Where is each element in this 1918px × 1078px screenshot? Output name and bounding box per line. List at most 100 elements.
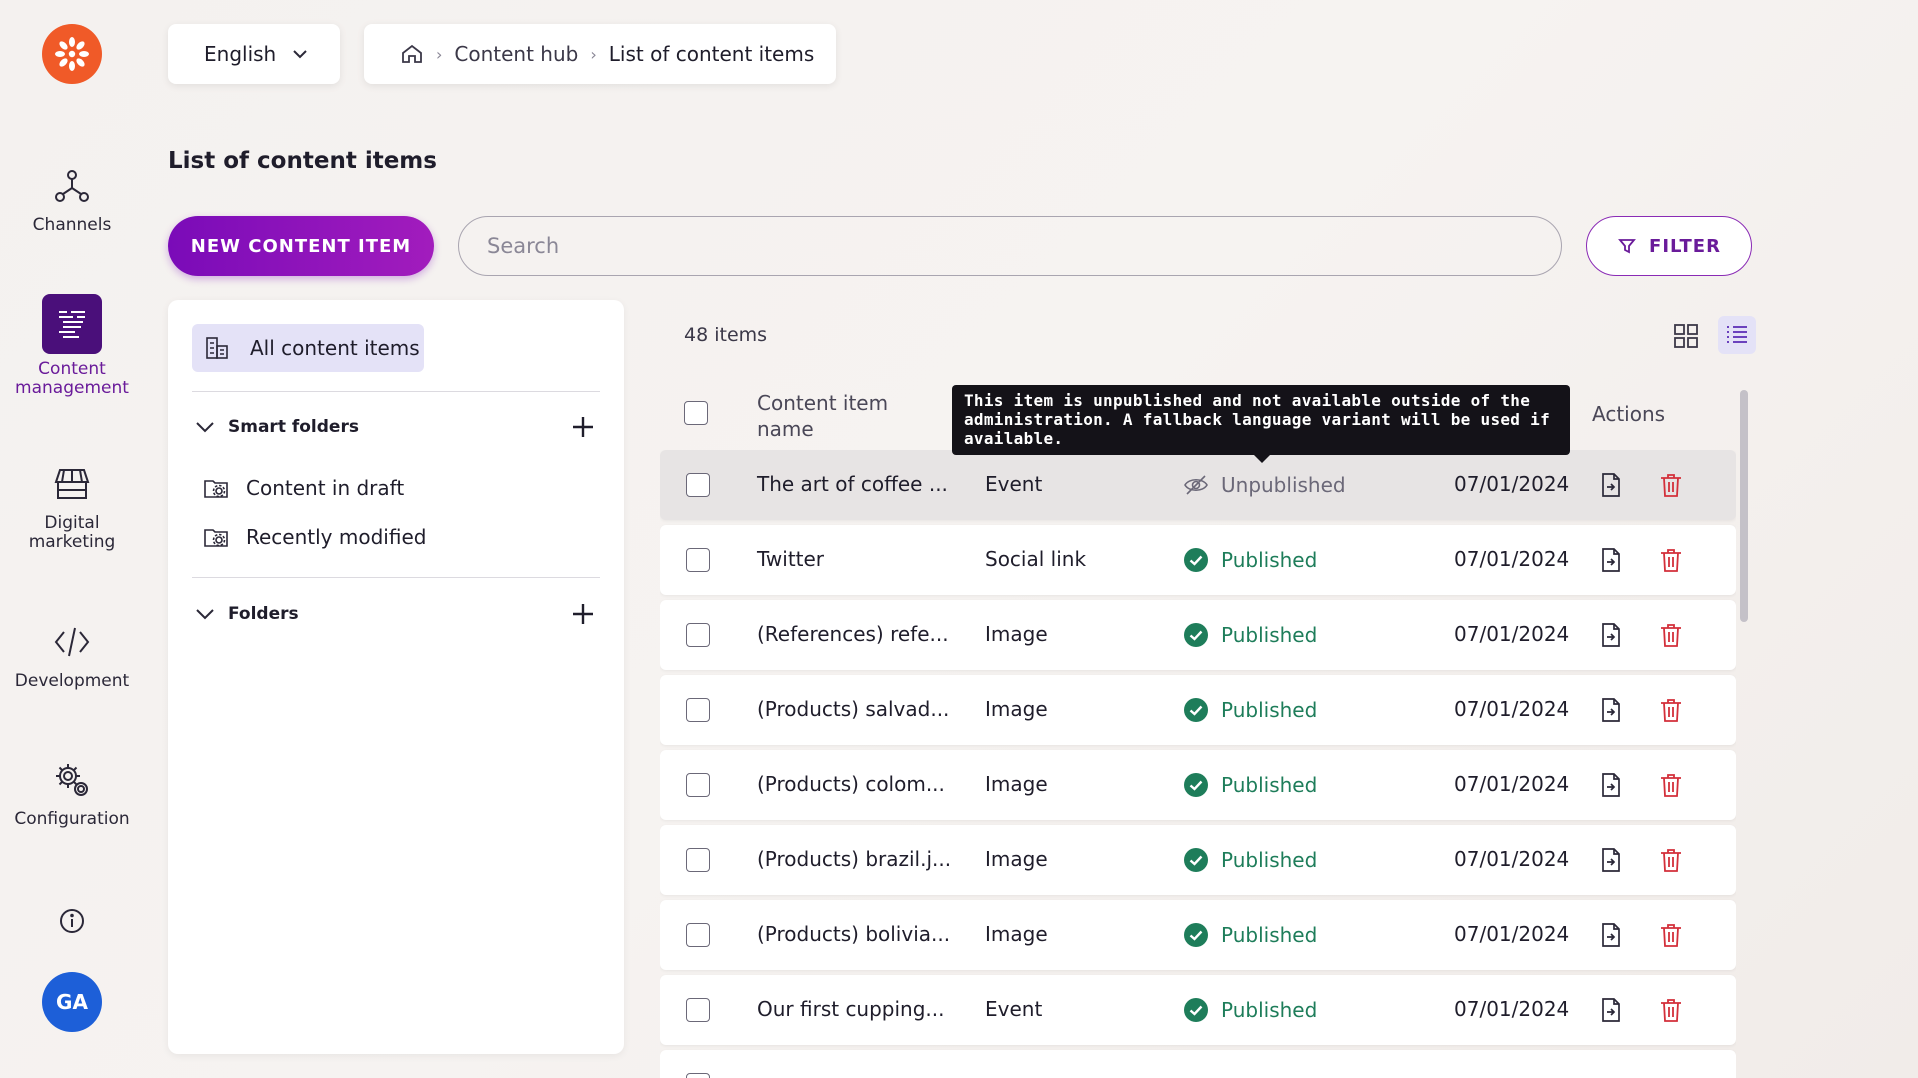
chevron-down-icon[interactable] [192,414,218,440]
row-checkbox[interactable] [686,698,710,722]
row-checkbox[interactable] [686,773,710,797]
delete-icon[interactable] [1657,846,1685,874]
new-content-item-button[interactable]: NEW CONTENT ITEM [168,216,434,276]
tooltip-text: This item is unpublished and not availab… [964,391,1551,448]
row-date: 07/01/2024 [1454,772,1570,796]
rail-item-channels[interactable]: Channels [0,164,144,235]
scrollbar-thumb[interactable] [1740,390,1748,622]
brand-logo-icon[interactable] [42,24,102,84]
info-icon[interactable] [57,906,87,936]
row-status: Published [1183,772,1317,798]
row-checkbox[interactable] [686,623,710,647]
row-date: 07/01/2024 [1454,622,1570,646]
table-row[interactable]: The art of coffee ... Event Unpublished … [660,450,1736,520]
row-status-label: Published [1221,698,1318,722]
row-type: Image [985,772,1048,796]
table-row[interactable]: (Products) colom... Image Published 07/0… [660,750,1736,820]
channels-icon [50,164,94,208]
folders-header: Folders [192,599,600,629]
filter-button-label: FILTER [1649,235,1721,257]
grid-view-icon[interactable] [1670,320,1702,352]
row-status-label: Published [1221,848,1318,872]
rail-item-development[interactable]: Development [0,620,144,691]
add-smart-folder-icon[interactable] [570,414,596,440]
table-row[interactable]: (Products) brazil.j... Image Published 0… [660,825,1736,895]
row-type: Image [985,847,1048,871]
row-checkbox[interactable] [686,1073,710,1078]
smart-folders-title: Smart folders [228,417,359,437]
digital-marketing-icon [50,462,94,506]
breadcrumb: › Content hub › List of content items [364,24,836,84]
row-name: (Products) salvad... [757,697,950,721]
add-folder-icon[interactable] [570,601,596,627]
table-row[interactable]: (Products) bolivia... Image Published 07… [660,900,1736,970]
row-type: Social link [985,547,1087,571]
row-checkbox[interactable] [686,923,710,947]
published-check-icon [1184,998,1208,1022]
row-checkbox[interactable] [686,848,710,872]
rail-item-content-management[interactable]: Content management [0,294,144,398]
breadcrumb-content-hub[interactable]: Content hub [454,42,578,66]
row-status: Published [1183,847,1317,873]
delete-icon[interactable] [1657,621,1685,649]
open-document-icon[interactable] [1597,996,1625,1024]
row-checkbox[interactable] [686,998,710,1022]
open-document-icon[interactable] [1597,471,1625,499]
filter-icon [1618,239,1636,254]
published-check-icon [1184,623,1208,647]
table-row[interactable] [660,1050,1736,1078]
delete-icon[interactable] [1657,471,1685,499]
language-selector[interactable]: English [168,24,340,84]
smart-folder-item[interactable]: Content in draft [202,474,404,502]
search-input[interactable] [458,216,1562,276]
row-name: (References) refe... [757,622,949,646]
list-view-icon[interactable] [1718,316,1756,354]
table-row[interactable]: (References) refe... Image Published 07/… [660,600,1736,670]
home-icon[interactable] [400,42,424,66]
row-date: 07/01/2024 [1454,547,1570,571]
published-check-icon [1184,698,1208,722]
published-check-icon [1184,548,1208,572]
open-document-icon[interactable] [1597,546,1625,574]
table-row[interactable]: (Products) salvad... Image Published 07/… [660,675,1736,745]
content-items-icon [206,337,228,359]
table-row[interactable]: Twitter Social link Published 07/01/2024 [660,525,1736,595]
select-all-checkbox[interactable] [684,401,708,425]
column-header-name[interactable]: Content item name [757,390,888,442]
filter-button[interactable]: FILTER [1586,216,1752,276]
smart-folder-item[interactable]: Recently modified [202,523,426,551]
chevron-down-icon[interactable] [192,601,218,627]
open-document-icon[interactable] [1597,921,1625,949]
row-status: Published [1183,997,1317,1023]
delete-icon[interactable] [1657,546,1685,574]
smart-folder-icon [204,529,228,547]
row-name: The art of coffee ... [757,472,948,496]
status-tooltip: This item is unpublished and not availab… [952,385,1570,463]
delete-icon[interactable] [1657,696,1685,724]
rail-item-configuration[interactable]: Configuration [0,758,144,829]
rail-item-label: Development [14,671,130,691]
page-title: List of content items [168,148,437,174]
delete-icon[interactable] [1657,921,1685,949]
row-checkbox[interactable] [686,473,710,497]
delete-icon[interactable] [1657,996,1685,1024]
open-document-icon[interactable] [1597,771,1625,799]
row-status-label: Unpublished [1221,473,1346,497]
all-content-items-button[interactable]: All content items [192,324,424,372]
row-status-label: Published [1221,773,1318,797]
divider [192,577,600,578]
language-label: English [204,42,277,66]
open-document-icon[interactable] [1597,696,1625,724]
breadcrumb-separator: › [436,44,443,64]
rail-item-digital-marketing[interactable]: Digital marketing [0,462,144,552]
delete-icon[interactable] [1657,771,1685,799]
row-checkbox[interactable] [686,548,710,572]
open-document-icon[interactable] [1597,846,1625,874]
left-navigation-rail: Channels Content management Digital mark… [0,0,144,1078]
list-scrollbar[interactable] [1738,384,1750,1078]
open-document-icon[interactable] [1597,621,1625,649]
items-count: 48 items [684,324,768,346]
unpublished-icon [1184,475,1208,495]
user-avatar[interactable]: GA [42,972,102,1032]
table-row[interactable]: Our first cupping... Event Published 07/… [660,975,1736,1045]
